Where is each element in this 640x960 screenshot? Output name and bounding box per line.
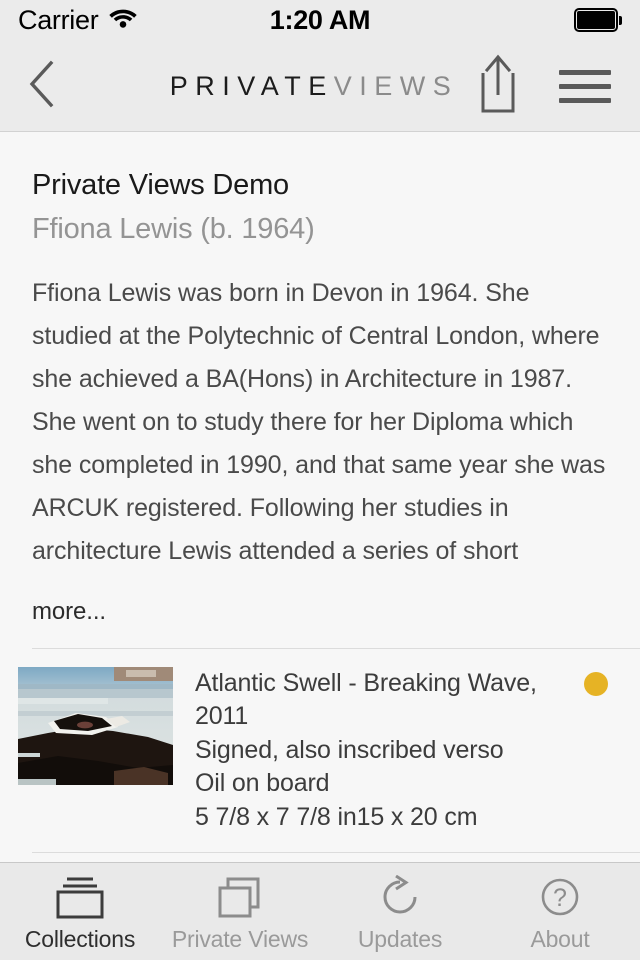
question-circle-icon: ?	[536, 875, 584, 919]
artist-name: Ffiona Lewis (b. 1964)	[32, 213, 315, 246]
more-link[interactable]: more...	[32, 573, 608, 648]
logo-primary-text: PRIVATE	[169, 70, 334, 101]
tab-collections[interactable]: Collections	[0, 863, 160, 960]
app-logo: PRIVATE VIEWS	[0, 40, 640, 132]
tab-label-private-views: Private Views	[171, 925, 309, 952]
app-root: Carrier 1:20 AM PRIVATE VIEWS Private Vi…	[0, 0, 640, 960]
tab-private-views[interactable]: Private Views	[160, 863, 320, 960]
hamburger-menu-icon-bar-3	[559, 97, 611, 103]
share-button[interactable]	[468, 40, 528, 132]
status-badge	[584, 671, 608, 696]
two-squares-icon	[215, 875, 265, 919]
logo-secondary-text: VIEWS	[333, 70, 459, 101]
tab-about[interactable]: ? About	[480, 863, 640, 960]
battery-full-icon	[574, 8, 622, 32]
artwork-medium: Oil on board	[195, 769, 330, 797]
artist-biography: Ffiona Lewis was born in Devon in 1964. …	[32, 278, 606, 565]
page-title: Private Views Demo	[32, 169, 289, 201]
hamburger-menu-icon-bar-2	[559, 83, 611, 89]
artwork-title-row: Atlantic Swell - Breaking Wave, 2011	[195, 667, 608, 734]
tab-label-about: About	[530, 925, 590, 952]
artwork-inscription: Signed, also inscribed verso	[195, 735, 504, 764]
refresh-arrow-icon	[376, 874, 424, 919]
navigation-bar: PRIVATE VIEWS	[0, 40, 640, 132]
artwork-list-item[interactable]: Coffee Bean Noir, 2010 Signed with initi…	[0, 853, 640, 862]
back-button[interactable]	[14, 40, 70, 132]
menu-button[interactable]	[550, 40, 620, 132]
svg-text:?: ?	[553, 884, 567, 912]
status-bar-time: 1:20 AM	[269, 4, 371, 35]
stacked-boxes-icon	[53, 875, 107, 919]
status-bar: Carrier 1:20 AM	[0, 0, 640, 40]
chevron-left-icon	[28, 60, 56, 113]
content-scroll-area[interactable]: Private Views Demo Ffiona Lewis (b. 1964…	[0, 133, 640, 862]
artwork-thumbnail-seascape[interactable]	[18, 666, 173, 785]
hamburger-menu-icon-bar-1	[559, 69, 611, 75]
artwork-dimensions: 5 7/8 x 7 7/8 in15 x 20 cm	[195, 802, 478, 831]
tab-label-updates: Updates	[357, 925, 443, 952]
artwork-title: Atlantic Swell - Breaking Wave, 2011	[195, 668, 537, 731]
status-bar-right	[574, 0, 622, 40]
artwork-list-item[interactable]: Atlantic Swell - Breaking Wave, 2011 Sig…	[0, 649, 640, 853]
exhibition-header: Private Views Demo Ffiona Lewis (b. 1964…	[0, 133, 640, 648]
tab-bar: Collections Private Views Updates ? Abou…	[0, 862, 640, 960]
tab-updates[interactable]: Updates	[320, 863, 480, 960]
share-icon	[472, 53, 524, 120]
tab-label-collections: Collections	[24, 925, 136, 952]
artwork-details: Atlantic Swell - Breaking Wave, 2011 Sig…	[173, 667, 608, 835]
